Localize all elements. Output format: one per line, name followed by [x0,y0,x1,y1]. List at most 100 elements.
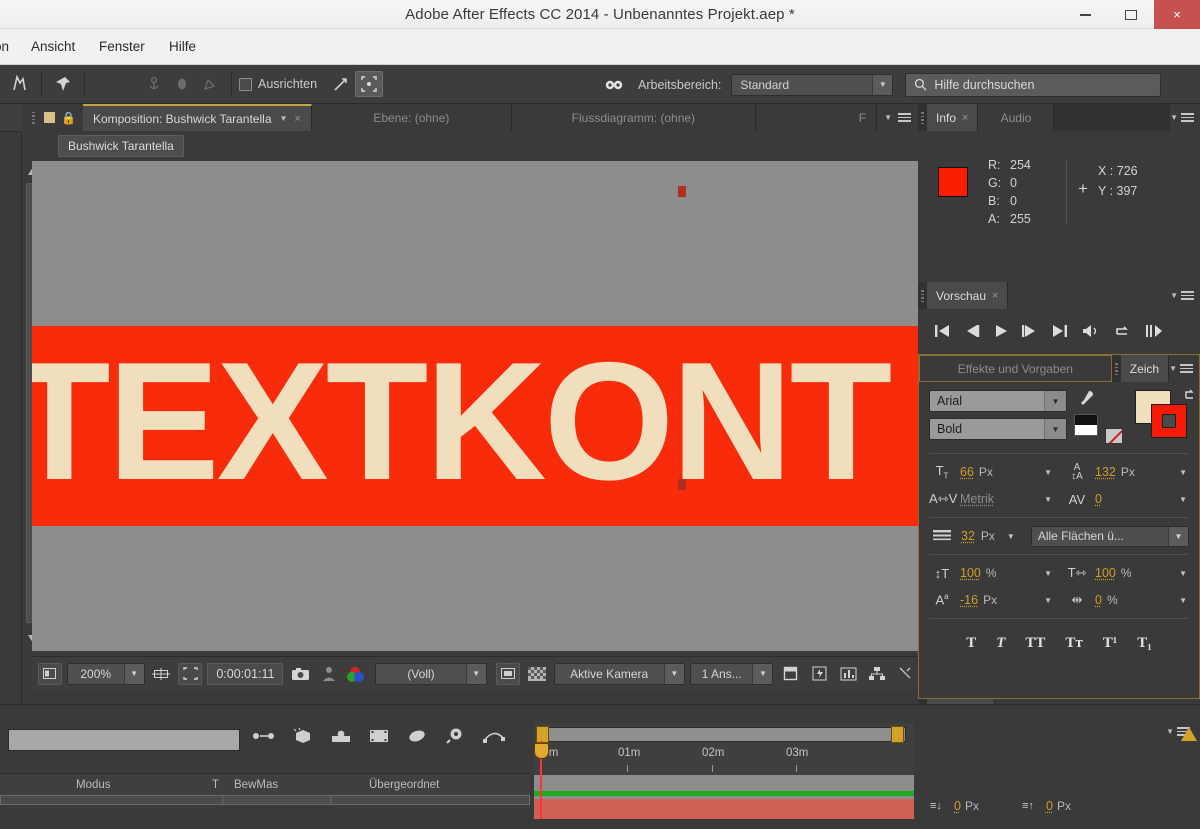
pen-tool-icon[interactable] [196,71,224,97]
space-before-value[interactable]: 0 [954,799,961,813]
vertical-scale-value[interactable]: 100 [960,566,981,580]
help-search-input[interactable]: Hilfe durchsuchen [905,72,1162,97]
character-panel-menu[interactable]: ▼ [1169,355,1199,382]
info-panel-menu[interactable]: ▼ [1170,104,1200,131]
pin-tool-icon[interactable] [49,71,77,97]
horizontal-scale-value[interactable]: 100 [1095,566,1116,580]
baseline-shift-value[interactable]: -16 [960,593,978,607]
motion-blur-icon[interactable] [252,728,276,748]
timecode-display[interactable]: 0:00:01:11 [207,662,284,685]
prev-frame-icon[interactable] [964,324,980,338]
leading-chevron-icon[interactable]: ▼ [1179,468,1189,477]
curves-icon[interactable] [482,727,506,749]
tsume-value[interactable]: 0 [1095,593,1102,607]
3d-layer-icon[interactable] [292,727,314,749]
horizontal-scale-chevron-icon[interactable]: ▼ [1179,569,1189,578]
anchor-tool-icon[interactable] [140,71,168,97]
next-frame-icon[interactable] [1022,324,1038,338]
play-icon[interactable] [994,324,1008,338]
comp-flowchart-icon[interactable] [865,663,889,685]
resolution-select[interactable]: (Voll) ▼ [375,662,487,685]
reset-exposure-icon[interactable] [894,663,918,685]
tab-effekte-und-vorgaben[interactable]: Effekte und Vorgaben [919,355,1112,382]
timeline-layer-mode-cell[interactable] [222,795,332,805]
region-of-interest-button[interactable] [178,662,203,685]
tab-close-icon[interactable]: × [294,113,300,125]
kerning-chevron-icon[interactable]: ▼ [1044,495,1054,504]
horizontal-scale-row[interactable]: T⇿ 100 % ▼ [1064,562,1189,584]
graph-editor-icon[interactable] [406,728,428,748]
work-area-bar[interactable] [540,727,906,742]
camera-select[interactable]: Aktive Kamera ▼ [553,662,685,685]
selection-tool-icon[interactable] [6,71,34,97]
stroke-width-value[interactable]: 32 [961,529,975,543]
breadcrumb[interactable]: Bushwick Tarantella [58,135,184,157]
space-after-value[interactable]: 0 [1046,799,1053,813]
font-size-chevron-icon[interactable]: ▼ [1044,468,1054,477]
subscript-button[interactable]: T₁ [1137,635,1152,652]
font-style-select[interactable]: Bold ▼ [929,418,1067,440]
minimize-button[interactable] [1062,0,1108,29]
snapshot-camera-icon[interactable] [288,663,312,685]
tab-vorschau-close-icon[interactable]: × [992,290,998,302]
tab-audio[interactable]: Audio [978,104,1055,131]
ram-preview-icon[interactable] [1145,324,1163,338]
kerning-row[interactable]: A⇿V Metrik ▼ [929,488,1054,510]
maximize-button[interactable] [1108,0,1154,29]
tab-info[interactable]: Info × [927,104,979,131]
work-area-end-handle[interactable] [891,726,904,743]
views-select[interactable]: 1 Ans... ▼ [689,662,774,685]
transform-box-icon[interactable] [355,71,384,97]
audio-icon[interactable] [1082,324,1100,338]
selection-handle-bottom[interactable] [678,479,686,490]
space-before-cell[interactable]: ≡↓ 0 Px [930,799,1016,813]
snap-arrow-icon[interactable] [327,71,355,97]
tsume-chevron-icon[interactable]: ▼ [1179,596,1189,605]
menu-item-on[interactable]: on [0,29,9,65]
font-size-value[interactable]: 66 [960,465,974,479]
character-grip-icon[interactable] [1112,355,1121,382]
font-family-select[interactable]: Arial ▼ [929,390,1067,412]
region-preview-button[interactable] [495,662,520,685]
shy-icon[interactable] [330,728,352,748]
leading-value[interactable]: 132 [1095,465,1116,479]
tracking-row[interactable]: AV 0 ▼ [1064,488,1189,510]
work-area-start-handle[interactable] [536,726,549,743]
menu-item-fenster[interactable]: Fenster [99,29,145,65]
composition-panel-menu[interactable]: ▼ [877,104,918,131]
tab-dropdown-icon[interactable]: ▼ [280,114,288,123]
tab-flussdiagramm[interactable]: Flussdiagramm: (ohne) [511,104,756,131]
panel-grip-icon[interactable] [29,111,38,124]
font-size-row[interactable]: TT 66 Px ▼ [929,461,1054,483]
timeline-search-input[interactable] [8,729,240,751]
tab-zeichen[interactable]: Zeich [1120,355,1170,382]
selection-handle-top[interactable] [678,186,686,197]
menu-item-ansicht[interactable]: Ansicht [31,29,75,65]
preview-panel-menu[interactable]: ▼ [1008,282,1200,309]
kerning-value[interactable]: Metrik [960,492,994,506]
mask-tool-icon[interactable] [168,71,196,97]
tab-info-close-icon[interactable]: × [962,112,968,124]
preview-grip-icon[interactable] [918,282,927,309]
brainstorm-icon[interactable] [444,727,466,749]
show-snapshot-icon[interactable] [317,663,341,685]
baseline-shift-row[interactable]: Aa -16 Px ▼ [929,589,1054,611]
timeline-graph-icon[interactable] [836,663,860,685]
leading-row[interactable]: A ↕A 132 Px ▼ [1064,461,1189,483]
channel-rgb-icon[interactable] [346,663,370,685]
composition-viewer[interactable]: TEXTKONT [32,161,918,651]
lock-icon[interactable]: 🔒 [61,111,76,125]
swap-colors-icon[interactable] [1183,388,1197,402]
playhead-handle[interactable] [534,743,549,759]
toggle-viewer-layout-button[interactable] [38,662,62,685]
faux-italic-button[interactable]: T [996,635,1005,652]
tab-f[interactable]: F [755,104,878,131]
menu-item-hilfe[interactable]: Hilfe [169,29,196,65]
timeline-track-area[interactable] [534,775,914,819]
no-color-swatch[interactable] [1105,428,1123,444]
stroke-mode-select[interactable]: Alle Flächen ü... ▼ [1030,525,1189,547]
info-grip-icon[interactable] [918,104,927,131]
zoom-select[interactable]: 200% ▼ [66,662,145,685]
all-caps-button[interactable]: TT [1025,635,1045,652]
tracking-chevron-icon[interactable]: ▼ [1179,495,1189,504]
